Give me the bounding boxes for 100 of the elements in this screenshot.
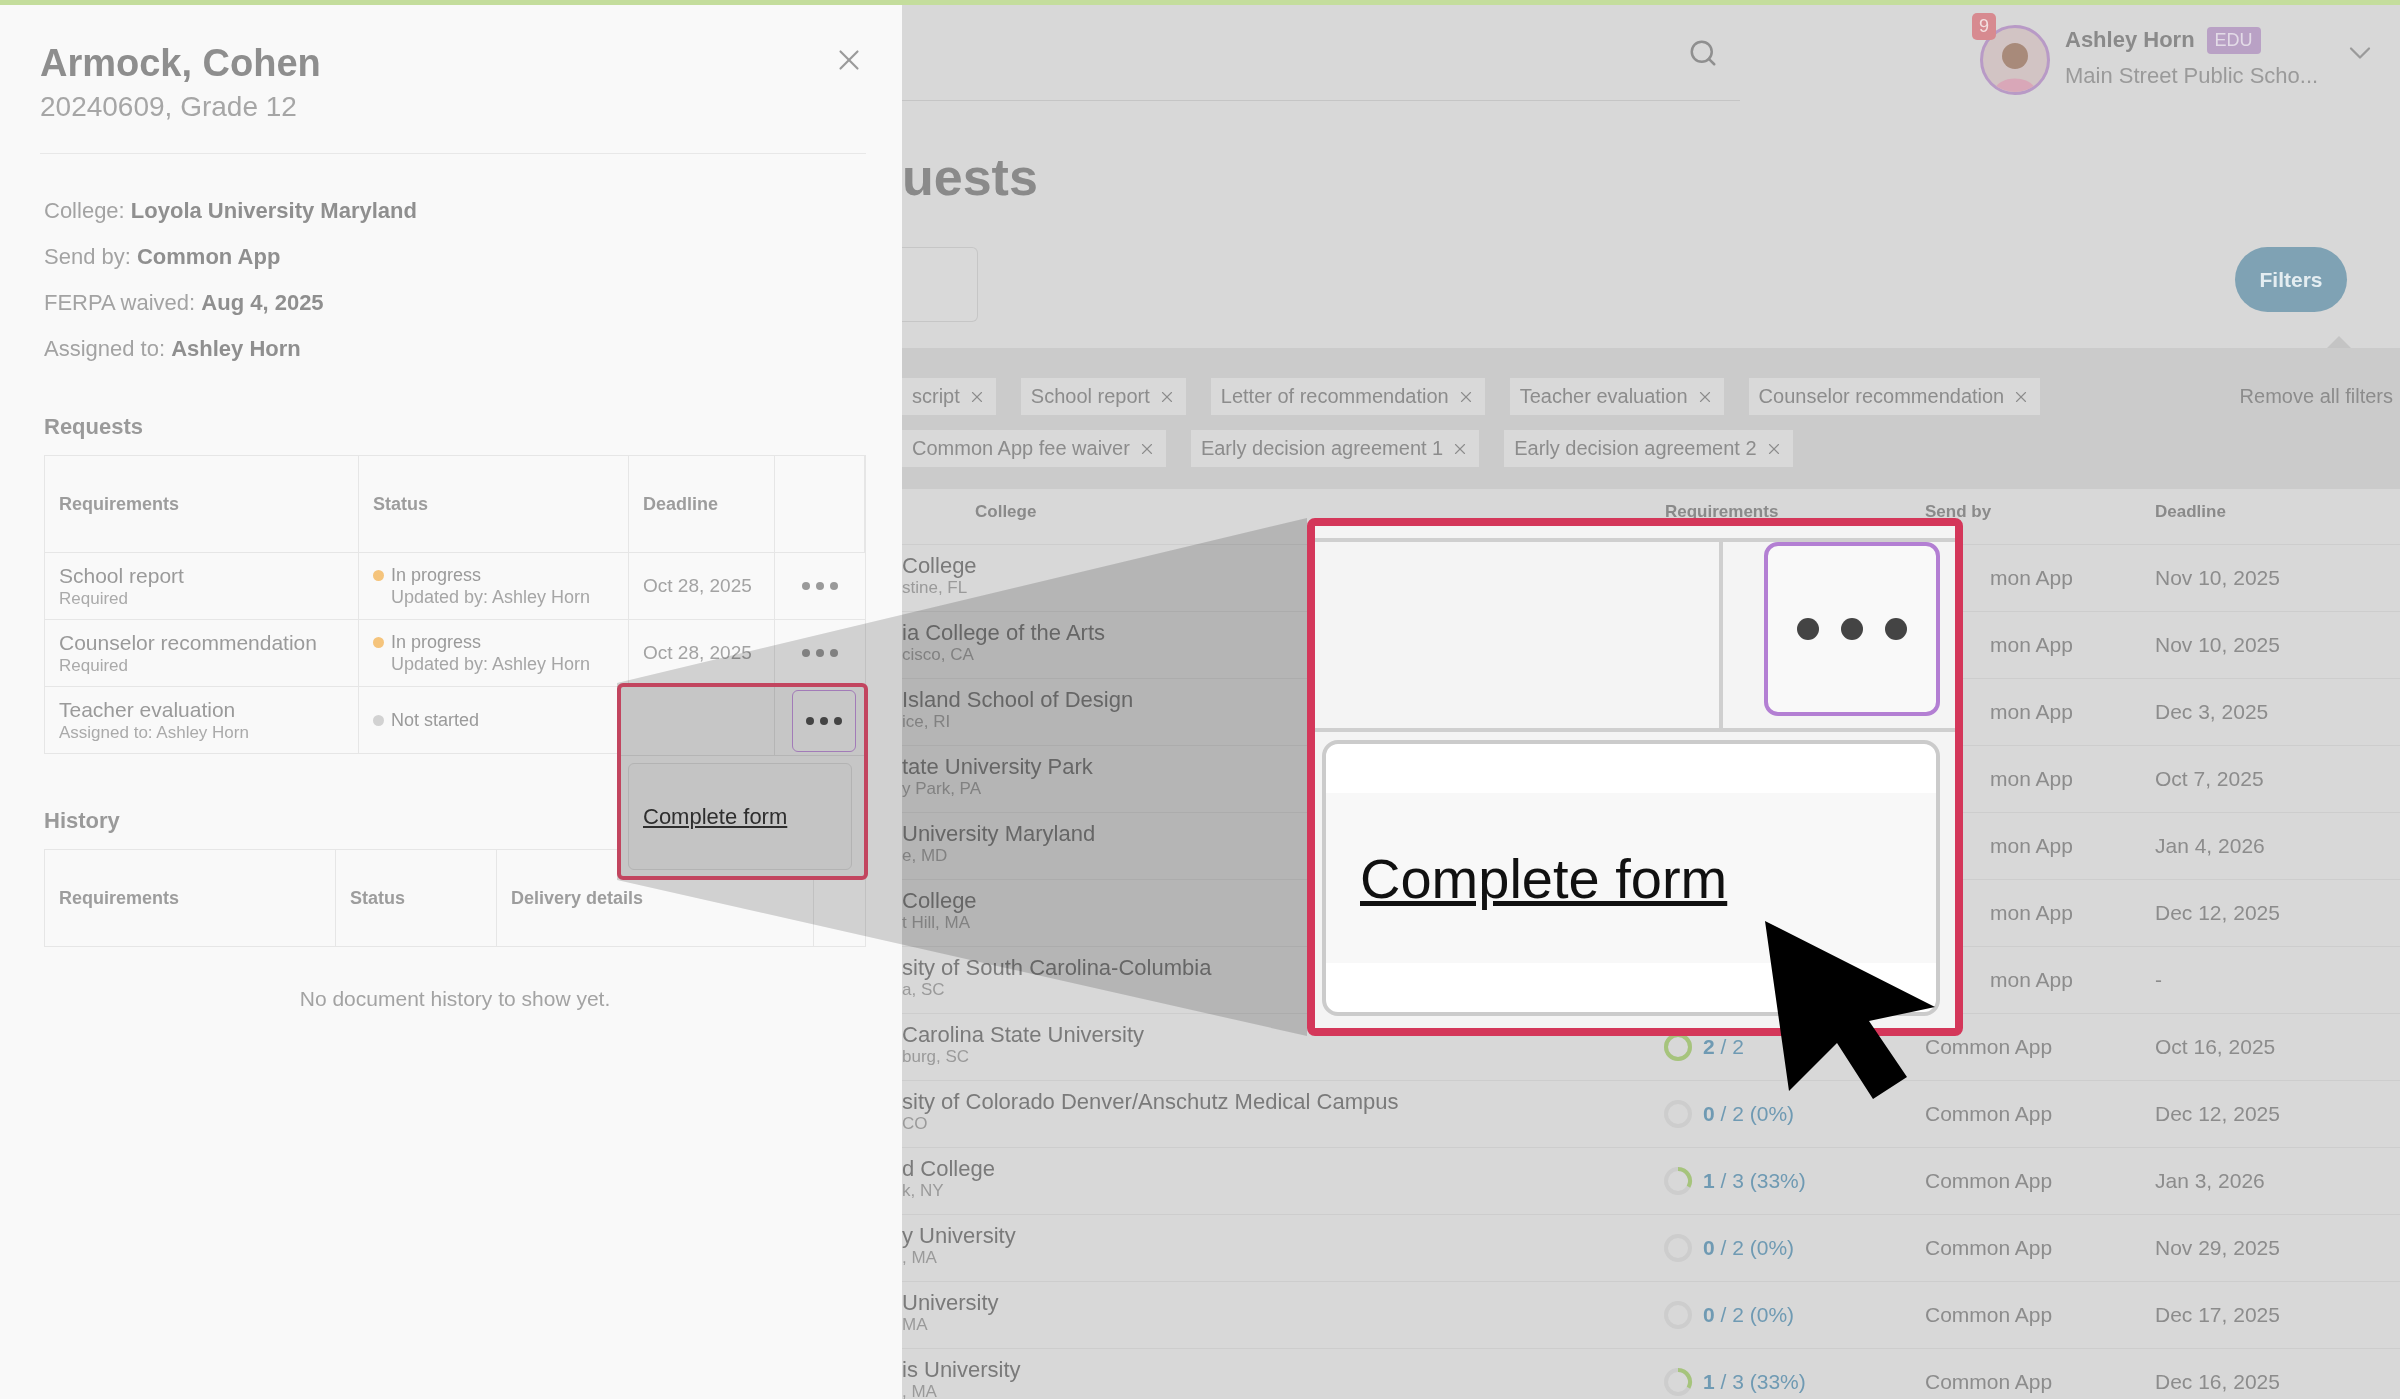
progress-text[interactable]: 0 / 2 (0%) [1703, 1236, 1795, 1260]
progress-ring [1663, 1166, 1693, 1196]
college-location: , MA [902, 1381, 937, 1399]
updated-by: Updated by: Ashley Horn [391, 586, 592, 608]
section-title: Requests [44, 413, 144, 441]
deadline-text: Nov 10, 2025 [2155, 566, 2281, 590]
page-title: uests [902, 147, 1039, 207]
college-name: University Maryland [902, 821, 1097, 846]
college-name: sity of Colorado Denver/Anschutz Medical Campus [902, 1089, 1400, 1114]
send-by-text: mon App [1990, 700, 2074, 724]
deadline-text: Dec 3, 2025 [2155, 700, 2270, 724]
status-text: Not started [391, 709, 480, 731]
send-by-text: Common App [1925, 1236, 2054, 1260]
college-name: is University [902, 1357, 1022, 1382]
college-location: stine, FL [902, 577, 968, 597]
column-header: College [974, 500, 1038, 523]
filter-chip[interactable]: Common App fee waiver [902, 430, 1166, 467]
college-location: , MA [902, 1247, 937, 1267]
send-by-text: Common App [1925, 1370, 2054, 1394]
filter-chip[interactable]: Letter of recommendation [1210, 378, 1485, 415]
college-name: University [902, 1290, 1000, 1315]
college-name: tate University Park [902, 754, 1094, 779]
progress-text[interactable]: 0 / 2 (0%) [1703, 1102, 1795, 1126]
deadline-text: Dec 12, 2025 [2155, 901, 2281, 925]
send-by-text: mon App [1990, 633, 2074, 657]
column-header: Deadline [2154, 500, 2227, 523]
column-header: Requirements [1664, 500, 1780, 523]
college-location: burg, SC [902, 1046, 971, 1066]
college-location: MA [902, 1314, 928, 1334]
status-text: In progress [391, 631, 482, 653]
requirement-name: Teacher evaluation [59, 697, 237, 722]
send-by-text: Common App [1925, 1102, 2054, 1126]
college-name: d College [902, 1156, 996, 1181]
send-by-text: Common App [1925, 1035, 2054, 1059]
filters-button[interactable]: Filters [2235, 247, 2347, 312]
progress-text[interactable]: 0 / 2 (0%) [1703, 1303, 1795, 1327]
info-line: FERPA waived: Aug 4, 2025 [44, 289, 325, 317]
deadline-text: Oct 28, 2025 [643, 642, 753, 664]
progress-text[interactable]: 1 / 3 (33%) [1703, 1370, 1806, 1394]
send-by-text: mon App [1990, 566, 2074, 590]
deadline-text: Dec 17, 2025 [2155, 1303, 2281, 1327]
deadline-text: Jan 4, 2026 [2155, 834, 2266, 858]
deadline-text: Nov 29, 2025 [2155, 1236, 2281, 1260]
more-button[interactable] [792, 690, 856, 752]
deadline-text: Dec 16, 2025 [2155, 1370, 2281, 1394]
more-button[interactable] [1764, 542, 1940, 716]
column-header: Requirements [45, 850, 336, 946]
college-location: CO [902, 1113, 928, 1133]
send-by-text: Common App [1925, 1303, 2054, 1327]
deadline-text: Oct 28, 2025 [643, 575, 753, 597]
deadline-text: Jan 3, 2026 [2155, 1169, 2266, 1193]
college-name: Carolina State University [902, 1022, 1146, 1047]
progress-text[interactable]: 2 / 2 [1703, 1035, 1744, 1059]
college-name: College [902, 553, 978, 578]
deadline-text: Oct 7, 2025 [2155, 767, 2265, 791]
requirement-name: School report [59, 563, 185, 588]
column-header: Send by [1924, 500, 1993, 523]
column-header: Deadline [629, 456, 775, 552]
deadline-text: - [2155, 968, 2163, 992]
requirement-note: Assigned to: Ashley Horn [59, 722, 250, 743]
column-header: Requirements [45, 456, 359, 552]
role-badge: EDU [2206, 26, 2261, 54]
filter-chip[interactable]: School report [1020, 378, 1186, 415]
requirement-note: Required [59, 588, 129, 609]
column-header: Status [359, 456, 629, 552]
remove-filters-link[interactable]: Remove all filters [2239, 385, 2400, 408]
complete-form-link[interactable]: Complete form [643, 803, 788, 830]
deadline-text: Dec 12, 2025 [2155, 1102, 2281, 1126]
college-name: y University [902, 1223, 1017, 1248]
school-name: Main Street Public Scho... [2065, 62, 2319, 90]
status-text: In progress [391, 564, 482, 586]
filter-chip[interactable]: script [902, 378, 996, 415]
progress-text[interactable]: 1 / 3 (33%) [1703, 1169, 1806, 1193]
deadline-text: Oct 16, 2025 [2155, 1035, 2277, 1059]
student-subtitle: 20240609, Grade 12 [40, 90, 298, 124]
send-by-text: mon App [1990, 834, 2074, 858]
send-by-text: mon App [1990, 767, 2074, 791]
filter-chip[interactable]: Early decision agreement 2 [1504, 430, 1793, 467]
filter-chip[interactable]: Counselor recommendation [1748, 378, 2041, 415]
deadline-text: Nov 10, 2025 [2155, 633, 2281, 657]
info-line: Assigned to: Ashley Horn [44, 335, 302, 363]
college-name: ia College of the Arts [902, 620, 1106, 645]
requirement-note: Required [59, 655, 129, 676]
requirement-name: Counselor recommendation [59, 630, 318, 655]
college-location: k, NY [902, 1180, 944, 1200]
college-name: sity of South Carolina-Columbia [902, 955, 1213, 980]
college-name: Island School of Design [902, 687, 1135, 712]
send-by-text: mon App [1990, 968, 2074, 992]
search-field[interactable] [902, 247, 978, 322]
notification-badge: 9 [1972, 13, 1996, 40]
send-by-text: mon App [1990, 901, 2074, 925]
filter-chip[interactable]: Early decision agreement 1 [1190, 430, 1480, 467]
column-header: Status [336, 850, 497, 946]
send-by-text: Common App [1925, 1169, 2054, 1193]
section-title: History [44, 807, 120, 835]
info-line: College: Loyola University Maryland [44, 197, 418, 225]
user-name: Ashley Horn [2065, 26, 2195, 54]
empty-message: No document history to show yet. [298, 986, 612, 1012]
filter-chip[interactable]: Teacher evaluation [1509, 378, 1724, 415]
student-name: Armock, Cohen [40, 41, 321, 85]
